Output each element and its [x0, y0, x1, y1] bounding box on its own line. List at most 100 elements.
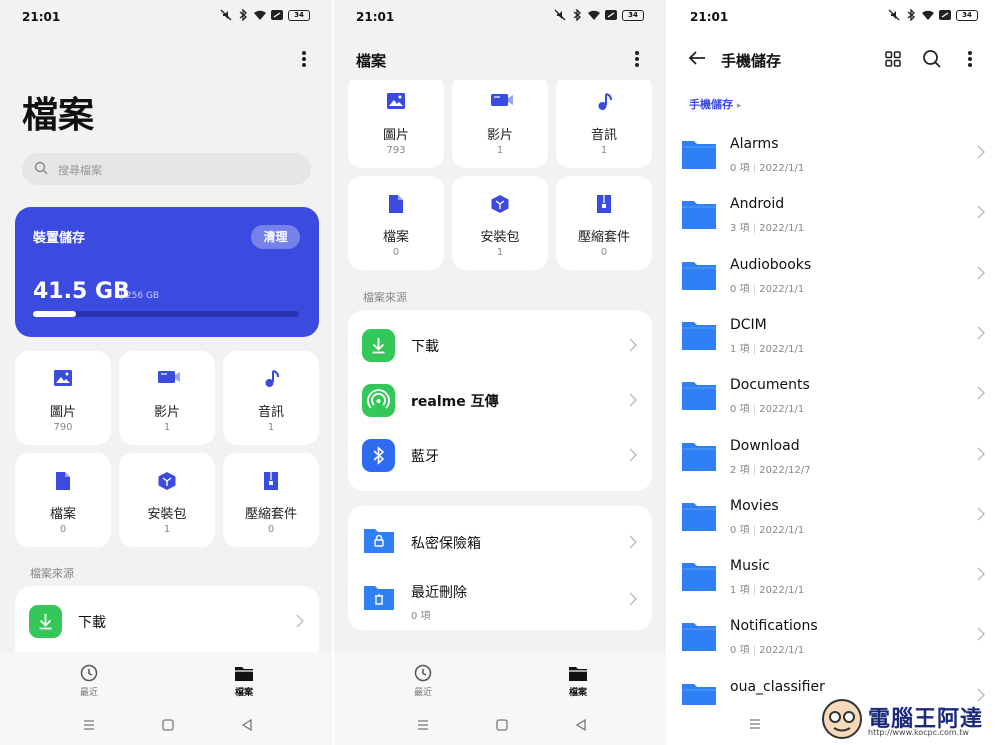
source-item[interactable]: 下載	[348, 319, 652, 371]
battery-icon: 34	[288, 9, 310, 21]
phone-storage-screen: 21:01 34 手機儲存 手機儲存 ▸ Alarms 0 項 | 2022/1/…	[668, 0, 1000, 745]
category-tile[interactable]: 圖片 793	[348, 74, 444, 168]
menu-icon[interactable]	[82, 718, 96, 732]
category-label: 音訊	[590, 128, 617, 143]
category-tile[interactable]: 音訊 1	[223, 351, 319, 445]
bottom-nav: 最近 檔案	[0, 652, 332, 745]
folder-meta: 0 項 | 2022/1/1	[730, 524, 805, 536]
back-arrow-icon[interactable]	[687, 49, 707, 67]
extra-item[interactable]: 私密保險箱	[348, 516, 652, 568]
folder-name: Music	[730, 558, 770, 575]
status-time: 21:01	[22, 10, 61, 24]
category-tile[interactable]: 壓縮套件 0	[223, 453, 319, 547]
category-label: 檔案	[382, 230, 409, 245]
category-tile[interactable]: 影片 1	[452, 74, 548, 168]
storage-progress-bar	[33, 311, 299, 317]
menu-icon[interactable]	[416, 718, 430, 732]
category-tile[interactable]: 安裝包 1	[119, 453, 215, 547]
folder-row[interactable]: Notifications 0 項 | 2022/1/1	[668, 610, 1000, 670]
folder-row[interactable]: Music 1 項 | 2022/1/1	[668, 550, 1000, 610]
sources-card: 下載 realme 互傳 藍牙	[348, 310, 652, 491]
category-label: 音訊	[257, 405, 284, 420]
mascot-logo-icon	[822, 699, 862, 739]
category-tile[interactable]: 圖片 790	[15, 351, 111, 445]
folder-row[interactable]: Download 2 項 | 2022/12/7	[668, 430, 1000, 490]
tab-files[interactable]: 檔案	[548, 664, 608, 698]
category-tile[interactable]: 檔案 0	[348, 176, 444, 270]
nfc-icon	[939, 10, 951, 20]
image-icon	[386, 92, 406, 112]
device-storage-card[interactable]: 裝置儲存 清理 41.5 GB | 256 GB	[15, 207, 319, 337]
sources-heading: 檔案來源	[363, 291, 407, 304]
menu-icon[interactable]	[748, 717, 762, 731]
folder-row[interactable]: Audiobooks 0 項 | 2022/1/1	[668, 249, 1000, 309]
more-options-icon[interactable]	[960, 49, 980, 69]
folder-icon	[682, 502, 716, 531]
folder-meta: 1 項 | 2022/1/1	[730, 343, 805, 355]
bluetooth-icon	[362, 439, 395, 472]
files-home-screen: 21:01 34 檔案 搜尋檔案 裝置儲存 清理 41.5 GB | 256 G…	[0, 0, 332, 745]
more-options-icon[interactable]	[294, 49, 314, 69]
package-icon	[490, 194, 510, 214]
folder-row[interactable]: Alarms 0 項 | 2022/1/1	[668, 128, 1000, 188]
zip-icon	[261, 471, 281, 491]
folder-name: Android	[730, 196, 785, 213]
grid-view-icon[interactable]	[884, 50, 902, 68]
folder-row[interactable]: Android 3 項 | 2022/1/1	[668, 188, 1000, 248]
breadcrumb[interactable]: 手機儲存 ▸	[689, 96, 741, 112]
category-tile[interactable]: 檔案 0	[15, 453, 111, 547]
category-label: 安裝包	[480, 230, 520, 245]
more-options-icon[interactable]	[627, 49, 647, 69]
back-triangle-icon[interactable]	[240, 718, 254, 732]
folder-name: Movies	[730, 497, 779, 514]
chevron-right-icon	[977, 447, 985, 460]
folder-icon	[682, 141, 716, 169]
back-triangle-icon[interactable]	[574, 718, 588, 732]
source-item[interactable]: 藍牙	[348, 429, 652, 481]
folder-meta: 1 項 | 2022/1/1	[730, 585, 805, 597]
source-label: 下載	[411, 339, 439, 355]
folder-row[interactable]: DCIM 1 項 | 2022/1/1	[668, 309, 1000, 369]
category-count: 793	[386, 145, 406, 156]
battery-icon: 34	[622, 9, 644, 21]
category-tile[interactable]: 安裝包 1	[452, 176, 548, 270]
music-note-icon	[594, 92, 614, 112]
folder-row[interactable]: Documents 0 項 | 2022/1/1	[668, 369, 1000, 429]
status-time: 21:01	[356, 10, 395, 24]
source-label: 下載	[78, 615, 106, 631]
zip-icon	[594, 194, 614, 214]
source-item[interactable]: realme 互傳	[348, 374, 652, 426]
clean-button[interactable]: 清理	[251, 225, 300, 249]
chevron-right-icon	[977, 266, 985, 280]
search-icon	[34, 161, 48, 175]
folder-meta: 0 項 | 2022/1/1	[730, 163, 805, 174]
category-count: 0	[59, 524, 67, 535]
search-icon[interactable]	[922, 49, 942, 69]
tab-files[interactable]: 檔案	[214, 664, 274, 698]
nfc-icon	[605, 10, 617, 20]
chevron-right-icon	[977, 567, 985, 581]
folder-row[interactable]: Movies 0 項 | 2022/1/1	[668, 490, 1000, 550]
wifi-icon	[254, 10, 266, 20]
source-download[interactable]: 下載	[15, 595, 319, 647]
package-icon	[157, 471, 177, 491]
chevron-right-icon	[629, 592, 637, 606]
category-count: 1	[163, 422, 171, 433]
category-tile[interactable]: 音訊 1	[556, 74, 652, 168]
category-count: 1	[267, 422, 275, 433]
category-count: 0	[600, 247, 608, 258]
home-icon[interactable]	[495, 718, 509, 732]
chevron-right-icon	[629, 338, 637, 352]
extra-item[interactable]: 最近刪除 0 項	[348, 573, 652, 625]
folder-icon	[682, 563, 716, 592]
search-input[interactable]: 搜尋檔案	[22, 153, 311, 185]
tab-recent[interactable]: 最近	[59, 664, 119, 698]
home-icon[interactable]	[161, 718, 175, 732]
category-tile[interactable]: 壓縮套件 0	[556, 176, 652, 270]
category-label: 圖片	[382, 128, 409, 143]
chevron-right-icon	[629, 448, 637, 462]
tab-recent[interactable]: 最近	[393, 664, 453, 698]
folder-meta: 2 項 | 2022/12/7	[730, 464, 811, 476]
category-tile[interactable]: 影片 1	[119, 351, 215, 445]
folder-icon	[569, 667, 587, 681]
